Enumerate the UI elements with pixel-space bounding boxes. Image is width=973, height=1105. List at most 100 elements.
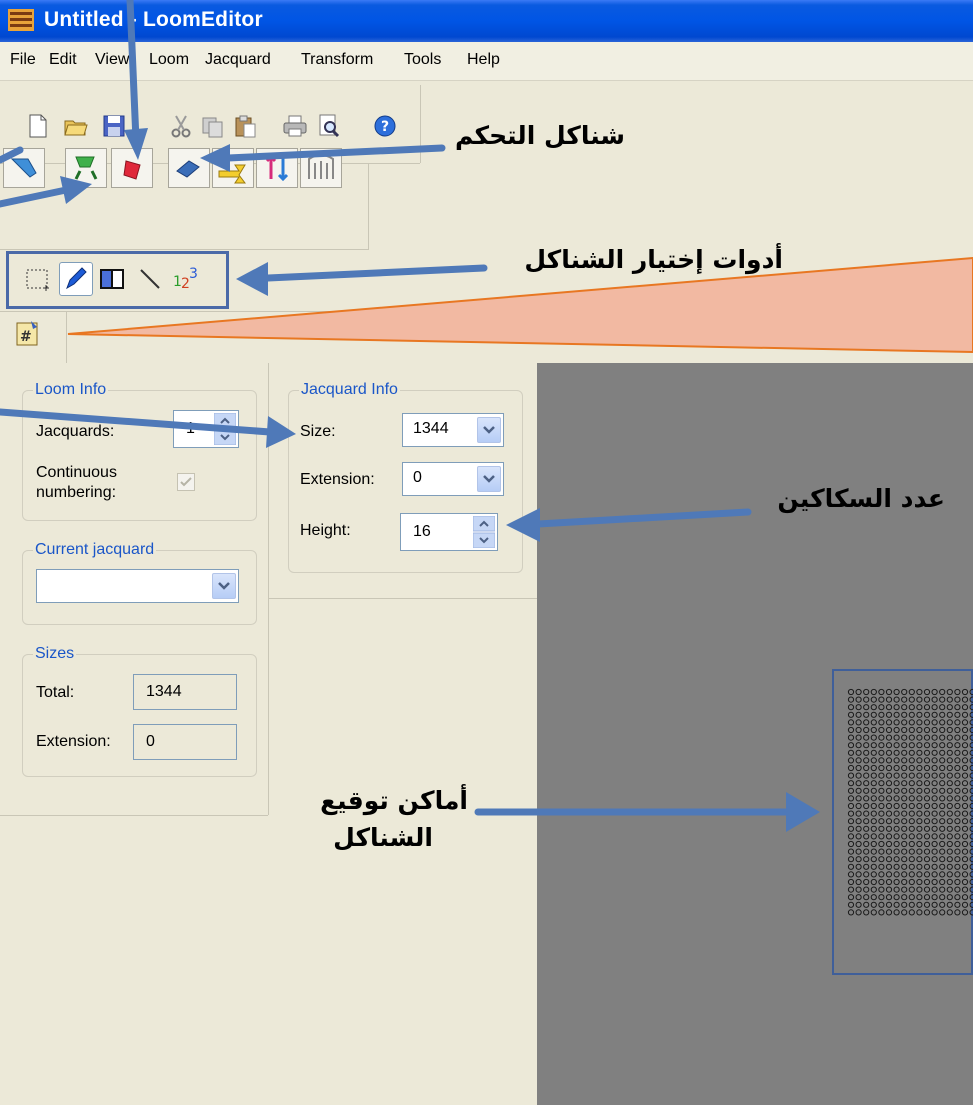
height-spinner[interactable]: 16 [400, 513, 498, 551]
rectangle-tool-icon[interactable] [95, 262, 129, 296]
hook-hole [908, 787, 915, 794]
hook-hole [878, 749, 885, 756]
copy-icon[interactable] [200, 113, 226, 139]
hook-hole [855, 757, 862, 764]
spinner-arrows-icon[interactable] [473, 516, 495, 548]
hook-hole [855, 780, 862, 787]
hook-hole [908, 818, 915, 825]
hook-hole [961, 909, 969, 916]
extension-dropdown-arrow[interactable] [477, 466, 501, 492]
hook-hole [878, 711, 885, 718]
hook-hole [908, 802, 915, 810]
numbering-tool-icon[interactable]: 1 23 [169, 262, 203, 296]
hook-hole [931, 818, 938, 825]
size-dropdown-arrow[interactable] [477, 417, 501, 443]
hook-hole [885, 742, 893, 749]
hook-hole [923, 878, 931, 886]
menu-transform[interactable]: Transform [301, 51, 373, 69]
hook-hole [954, 848, 961, 855]
hook-hole [847, 772, 855, 779]
dropdown-arrow-button[interactable] [212, 573, 236, 599]
hook-hole [878, 787, 885, 794]
properties-button[interactable]: # [10, 317, 46, 351]
line-tool-icon[interactable] [133, 262, 167, 296]
open-folder-icon[interactable] [63, 113, 89, 139]
select-rect-icon[interactable] [21, 262, 55, 296]
jacquard-extension-select[interactable]: 0 [402, 462, 504, 496]
pencil-tool[interactable] [59, 262, 93, 296]
pin-tool-button[interactable] [3, 148, 45, 188]
menu-loom[interactable]: Loom [149, 51, 189, 69]
hook-hole [885, 863, 893, 870]
hook-hole [931, 840, 938, 848]
move-shape-button[interactable] [212, 148, 254, 188]
hook-hole [863, 810, 870, 817]
hook-hole [863, 780, 870, 787]
hook-hole [893, 795, 900, 802]
sizes-extension-label: Extension: [36, 733, 111, 750]
hook-hole [901, 780, 908, 787]
hook-hole [931, 742, 938, 749]
hook-hole [901, 825, 908, 832]
menu-tools[interactable]: Tools [404, 51, 441, 69]
jacquards-spinner[interactable]: 1 [173, 410, 239, 448]
red-shape-button[interactable] [111, 148, 153, 188]
hook-hole [863, 795, 870, 802]
hook-hole [939, 764, 946, 772]
hook-hole [931, 711, 938, 718]
hook-hole [893, 802, 900, 810]
hook-hole [908, 780, 915, 787]
hook-hole [855, 742, 862, 749]
hook-hole [863, 894, 870, 901]
new-file-icon[interactable] [25, 113, 51, 139]
hook-hole [939, 719, 946, 726]
help-icon[interactable]: ? [372, 113, 398, 139]
hook-hole [878, 772, 885, 779]
hook-hole [893, 909, 900, 916]
menu-help[interactable]: Help [467, 51, 500, 69]
save-icon[interactable] [101, 113, 127, 139]
hook-hole [885, 780, 893, 787]
spinner-arrows-icon[interactable] [214, 413, 236, 445]
menu-jacquard[interactable]: Jacquard [205, 51, 271, 69]
cut-icon[interactable] [168, 113, 194, 139]
menu-view[interactable]: View [95, 51, 129, 69]
hook-hole [961, 757, 969, 764]
menu-edit[interactable]: Edit [49, 51, 77, 69]
hook-hole [878, 696, 885, 703]
print-preview-icon[interactable] [316, 113, 342, 139]
green-shape-button[interactable] [65, 148, 107, 188]
paste-icon[interactable] [232, 113, 258, 139]
harness-button[interactable] [300, 148, 342, 188]
eraser-button[interactable] [168, 148, 210, 188]
continuous-numbering-checkbox[interactable] [177, 473, 195, 491]
hook-hole [893, 772, 900, 779]
hook-hole [847, 825, 855, 832]
current-jacquard-select[interactable] [36, 569, 239, 603]
hook-hole [901, 818, 908, 825]
hook-hole [939, 810, 946, 817]
hook-hole [939, 856, 946, 863]
hook-hole [961, 901, 969, 908]
hook-hole [923, 688, 931, 696]
print-icon[interactable] [282, 113, 308, 139]
hook-hole [901, 749, 908, 756]
hook-hole [885, 886, 893, 893]
jacquard-size-select[interactable]: 1344 [402, 413, 504, 447]
hook-hole [931, 688, 938, 696]
hook-hole [939, 688, 946, 696]
hook-hole [923, 757, 931, 764]
hook-hole [901, 863, 908, 870]
hook-hole [885, 894, 893, 901]
hook-hole [961, 825, 969, 832]
hook-hole [931, 901, 938, 908]
hook-hole [893, 726, 900, 734]
menu-file[interactable]: File [10, 51, 36, 69]
annotation-placement-line1: أماكن توقيع [320, 786, 468, 815]
hook-hole [901, 757, 908, 764]
flip-button[interactable] [256, 148, 298, 188]
hook-hole [908, 704, 915, 711]
hook-hole [961, 772, 969, 779]
hook-hole [870, 901, 877, 908]
hook-hole [931, 764, 938, 772]
